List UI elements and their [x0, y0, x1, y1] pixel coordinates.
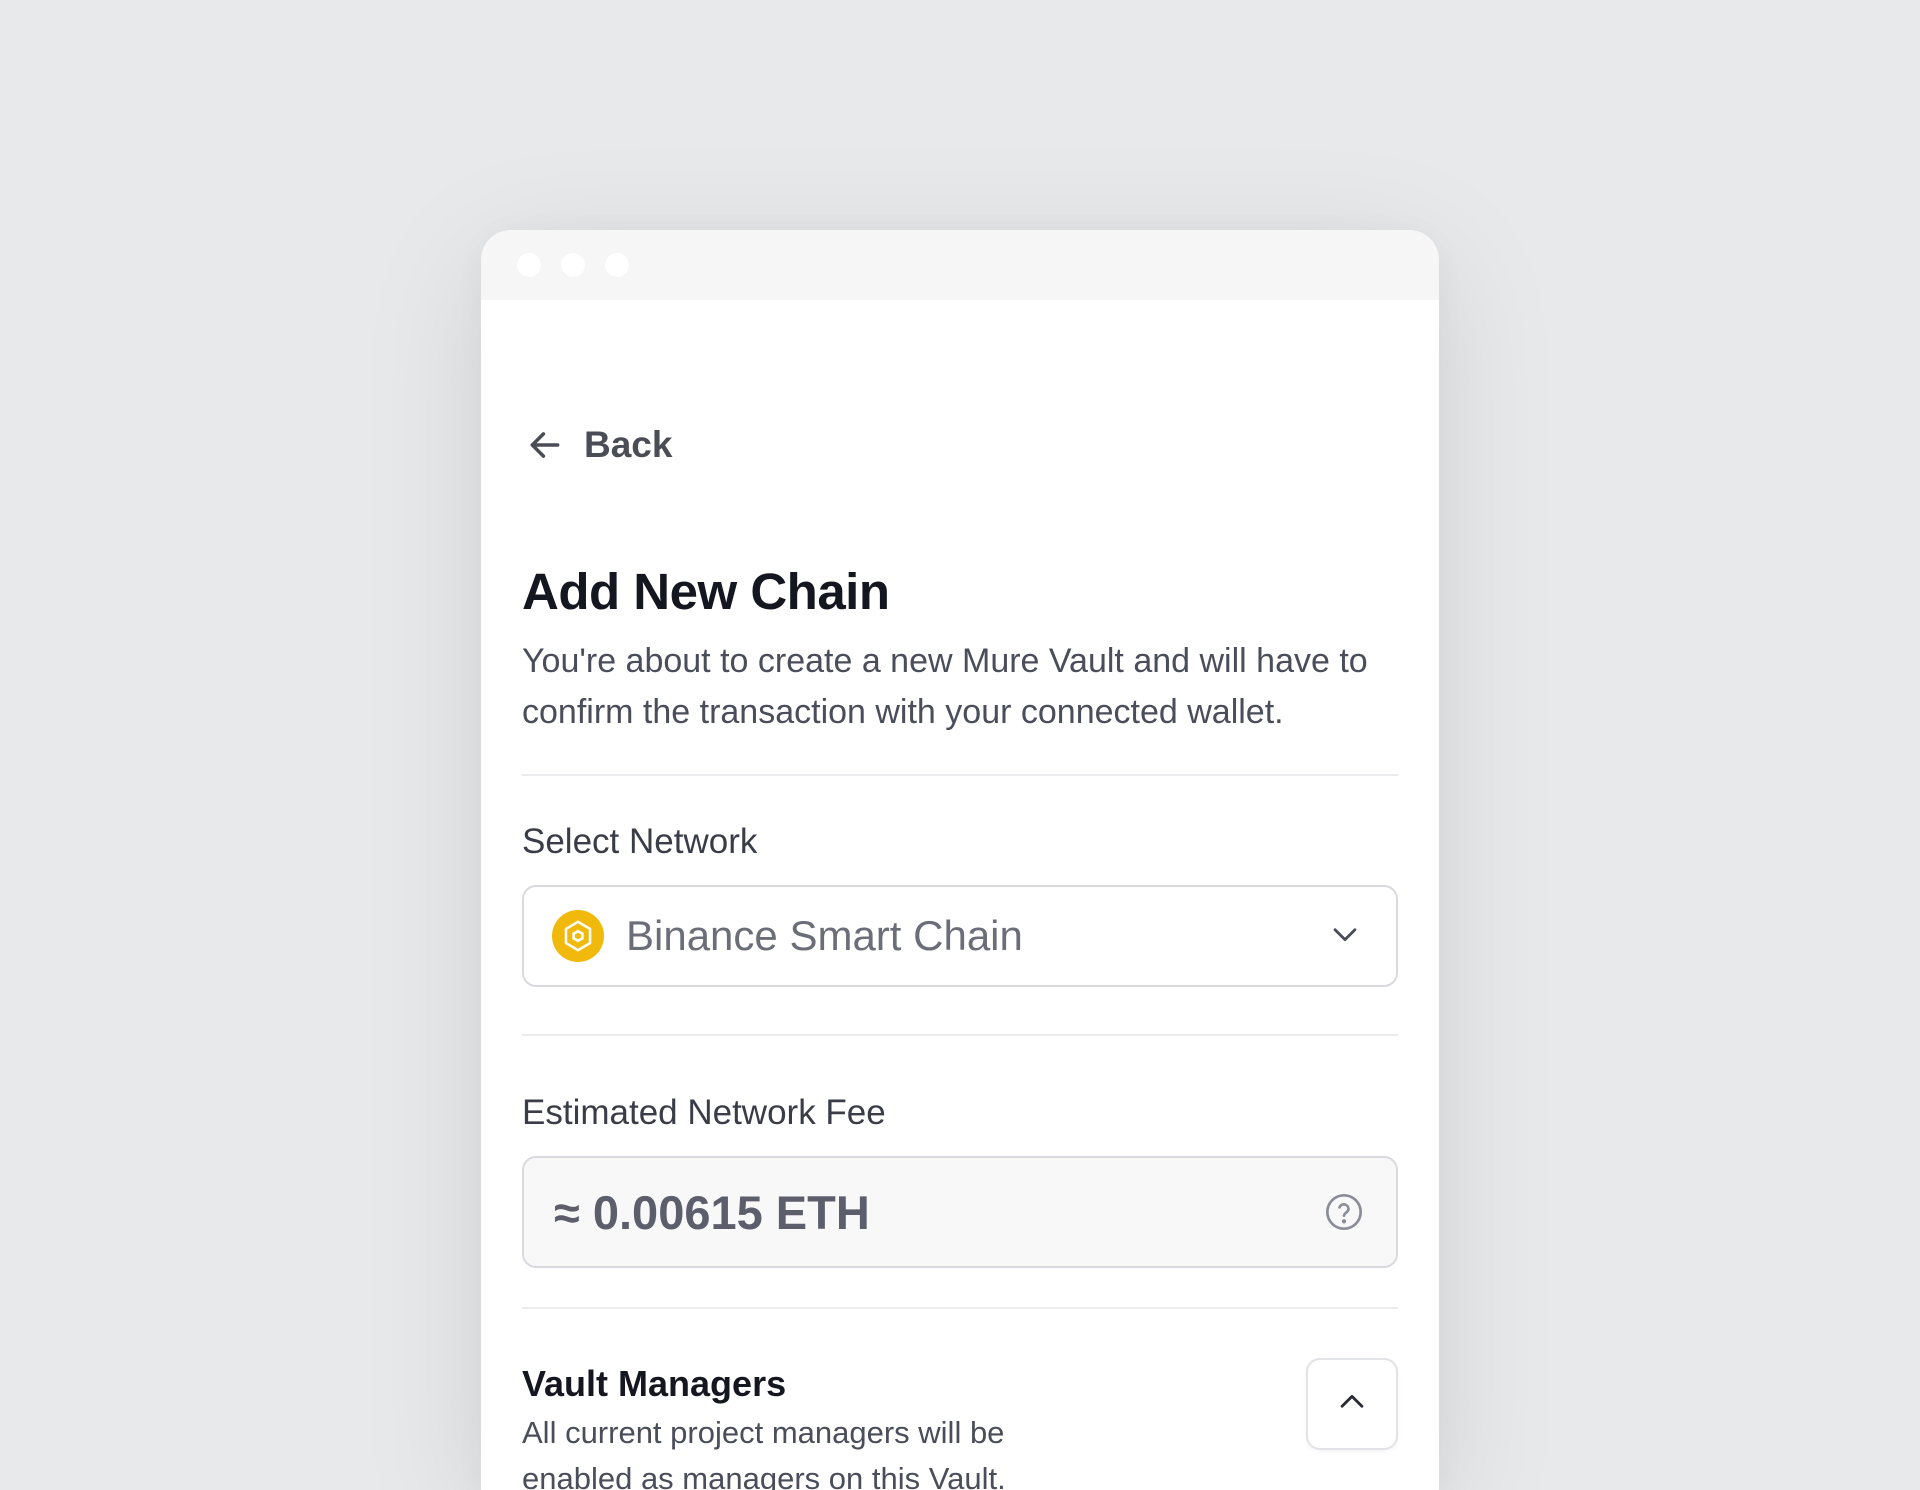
page-title: Add New Chain — [522, 563, 890, 620]
vault-managers-title: Vault Managers — [522, 1363, 787, 1404]
network-select-value: Binance Smart Chain — [626, 912, 1023, 959]
window-control-dot[interactable] — [605, 253, 629, 277]
vault-managers-description: All current project managers will be ena… — [522, 1415, 1006, 1490]
divider — [522, 1034, 1398, 1036]
page-subtitle: You're about to create a new Mure Vault … — [522, 642, 1368, 731]
window-control-dot[interactable] — [517, 253, 541, 277]
window-control-dot[interactable] — [561, 253, 585, 277]
bnb-logo-icon — [552, 910, 604, 962]
divider — [522, 1307, 1398, 1309]
help-circle-icon[interactable] — [1324, 1192, 1364, 1232]
divider — [522, 774, 1398, 776]
app-window: Back Add New Chain You're about to creat… — [481, 230, 1439, 1490]
back-label: Back — [584, 424, 673, 465]
back-button[interactable]: Back — [526, 424, 672, 466]
network-select[interactable]: Binance Smart Chain — [522, 885, 1398, 987]
fee-label: Estimated Network Fee — [522, 1093, 886, 1132]
chevron-down-icon — [1328, 917, 1362, 956]
network-fee-field: ≈ 0.00615 ETH — [522, 1156, 1398, 1268]
network-fee-value: ≈ 0.00615 ETH — [554, 1185, 870, 1239]
collapse-button[interactable] — [1306, 1358, 1398, 1450]
arrow-left-icon — [526, 426, 564, 464]
window-titlebar — [481, 230, 1439, 300]
chevron-up-icon — [1335, 1385, 1369, 1424]
network-label: Select Network — [522, 822, 758, 861]
